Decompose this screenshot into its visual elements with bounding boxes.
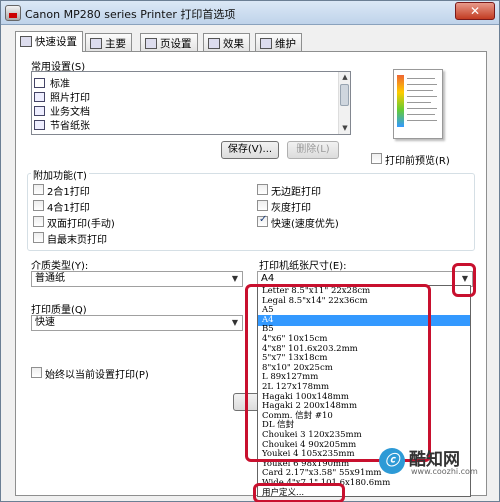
scroll-up-icon[interactable]: ▲ <box>341 73 349 81</box>
grayscale-label: 灰度打印 <box>271 203 311 214</box>
photo-icon <box>34 92 45 102</box>
scroll-down-icon[interactable]: ▼ <box>341 124 349 132</box>
borderless-label: 无边距打印 <box>271 187 321 198</box>
save-button[interactable]: 保存(V)... <box>221 141 279 159</box>
annotation-highlight-arrow <box>452 263 476 297</box>
quick-setup-icon <box>20 36 32 47</box>
chevron-down-icon[interactable]: ▼ <box>228 316 242 330</box>
page-preview <box>393 69 443 139</box>
list-scrollbar[interactable]: ▲ ▼ <box>338 72 350 134</box>
tab-effects[interactable]: 效果 <box>203 33 250 51</box>
always-print-label: 始终以当前设置打印(P) <box>45 370 149 381</box>
fast-print-checkbox[interactable] <box>257 214 268 227</box>
additional-features-label: 附加功能(T) <box>31 167 89 182</box>
preview-text-line <box>407 78 435 79</box>
paper-saving-icon <box>34 120 45 130</box>
list-item[interactable]: 节省纸张 <box>34 117 90 132</box>
common-settings-list[interactable]: 标准 照片打印 业务文档 节省纸张 ▲ ▼ <box>31 71 351 135</box>
borderless-checkbox[interactable] <box>257 184 268 195</box>
print-quality-label: 打印质量(Q) <box>31 305 87 316</box>
chevron-down-icon[interactable]: ▼ <box>228 272 242 286</box>
media-type-select[interactable]: 普通纸 ▼ <box>31 271 243 287</box>
list-item[interactable]: 标准 <box>34 75 70 90</box>
always-print-checkbox[interactable] <box>31 367 42 378</box>
effects-icon <box>208 38 220 49</box>
preview-text-line <box>407 102 431 103</box>
document-icon <box>34 106 45 116</box>
preview-text-line <box>407 120 437 121</box>
duplex-manual-checkbox[interactable] <box>33 216 44 227</box>
title-bar: Canon MP280 series Printer 打印首选项 ✕ <box>1 1 499 25</box>
tab-maintenance[interactable]: 维护 <box>255 33 302 51</box>
fast-print-label: 快速(速度优先) <box>271 219 339 230</box>
scroll-thumb[interactable] <box>340 84 349 106</box>
watermark-logo-icon: ⓒ <box>379 448 405 474</box>
duplex-manual-label: 双面打印(手动) <box>47 219 115 230</box>
watermark-url: www.coozhi.com <box>411 467 478 476</box>
reverse-order-checkbox[interactable] <box>33 232 44 243</box>
printer-app-icon <box>5 5 21 21</box>
annotation-highlight-list <box>245 284 431 462</box>
reverse-order-label: 自最末页打印 <box>47 235 107 246</box>
tab-quick-setup[interactable]: 快速设置 <box>15 31 83 52</box>
list-item[interactable]: 业务文档 <box>34 103 90 118</box>
preview-text-line <box>407 114 435 115</box>
window-title: Canon MP280 series Printer 打印首选项 <box>25 8 236 21</box>
four-in-one-checkbox[interactable] <box>33 200 44 211</box>
close-button[interactable]: ✕ <box>455 2 495 20</box>
list-item[interactable]: 照片打印 <box>34 89 90 104</box>
preview-text-line <box>407 108 437 109</box>
grayscale-checkbox[interactable] <box>257 200 268 211</box>
printer-preferences-window: Canon MP280 series Printer 打印首选项 ✕ 快速设置 … <box>0 0 500 502</box>
tab-main[interactable]: 主要 <box>85 33 132 51</box>
paper-size-label: 打印机纸张尺寸(E): <box>259 261 347 272</box>
main-tab-icon <box>90 38 102 49</box>
four-in-one-label: 4合1打印 <box>47 203 90 214</box>
standard-icon <box>34 78 45 88</box>
print-quality-select[interactable]: 快速 ▼ <box>31 315 243 331</box>
preview-before-print-label: 打印前预览(R) <box>385 156 450 167</box>
preview-text-line <box>407 96 437 97</box>
preview-text-line <box>407 84 437 85</box>
preview-color-strip <box>397 75 404 127</box>
site-watermark: ⓒ 酷知网 www.coozhi.com <box>379 445 489 485</box>
page-setup-icon <box>145 38 157 49</box>
preview-before-print-checkbox[interactable] <box>371 153 382 164</box>
annotation-highlight-custom <box>253 483 345 502</box>
maintenance-icon <box>260 38 272 49</box>
two-in-one-label: 2合1打印 <box>47 187 90 198</box>
media-type-label: 介质类型(Y): <box>31 261 89 272</box>
delete-button: 删除(L) <box>287 141 339 159</box>
preview-text-line <box>407 90 433 91</box>
two-in-one-checkbox[interactable] <box>33 184 44 195</box>
tab-page-setup[interactable]: 页设置 <box>140 33 198 51</box>
